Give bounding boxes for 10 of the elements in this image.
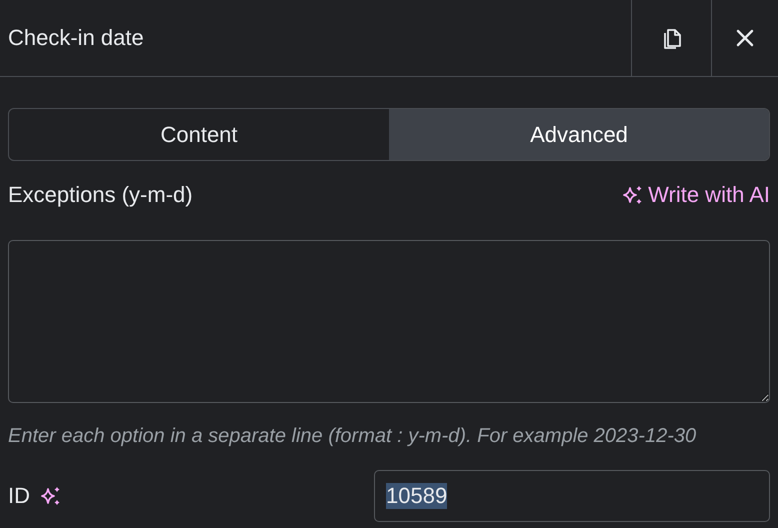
- field-label: ID: [8, 483, 30, 509]
- tab[interactable]: Content: [9, 109, 389, 160]
- write-with-ai-link[interactable]: Write with AI: [622, 182, 770, 208]
- sparkle-icon[interactable]: [40, 485, 62, 507]
- close-icon: [735, 28, 755, 48]
- id-field[interactable]: 10589: [374, 470, 770, 522]
- hint-text: Enter each option in a separate line (format : y-m-d). For example 2023-12-30: [8, 425, 698, 448]
- field-label: Exceptions (y-m-d): [8, 182, 193, 208]
- panel-title: Check-in date: [7, 25, 145, 51]
- tab[interactable]: Advanced: [389, 109, 769, 160]
